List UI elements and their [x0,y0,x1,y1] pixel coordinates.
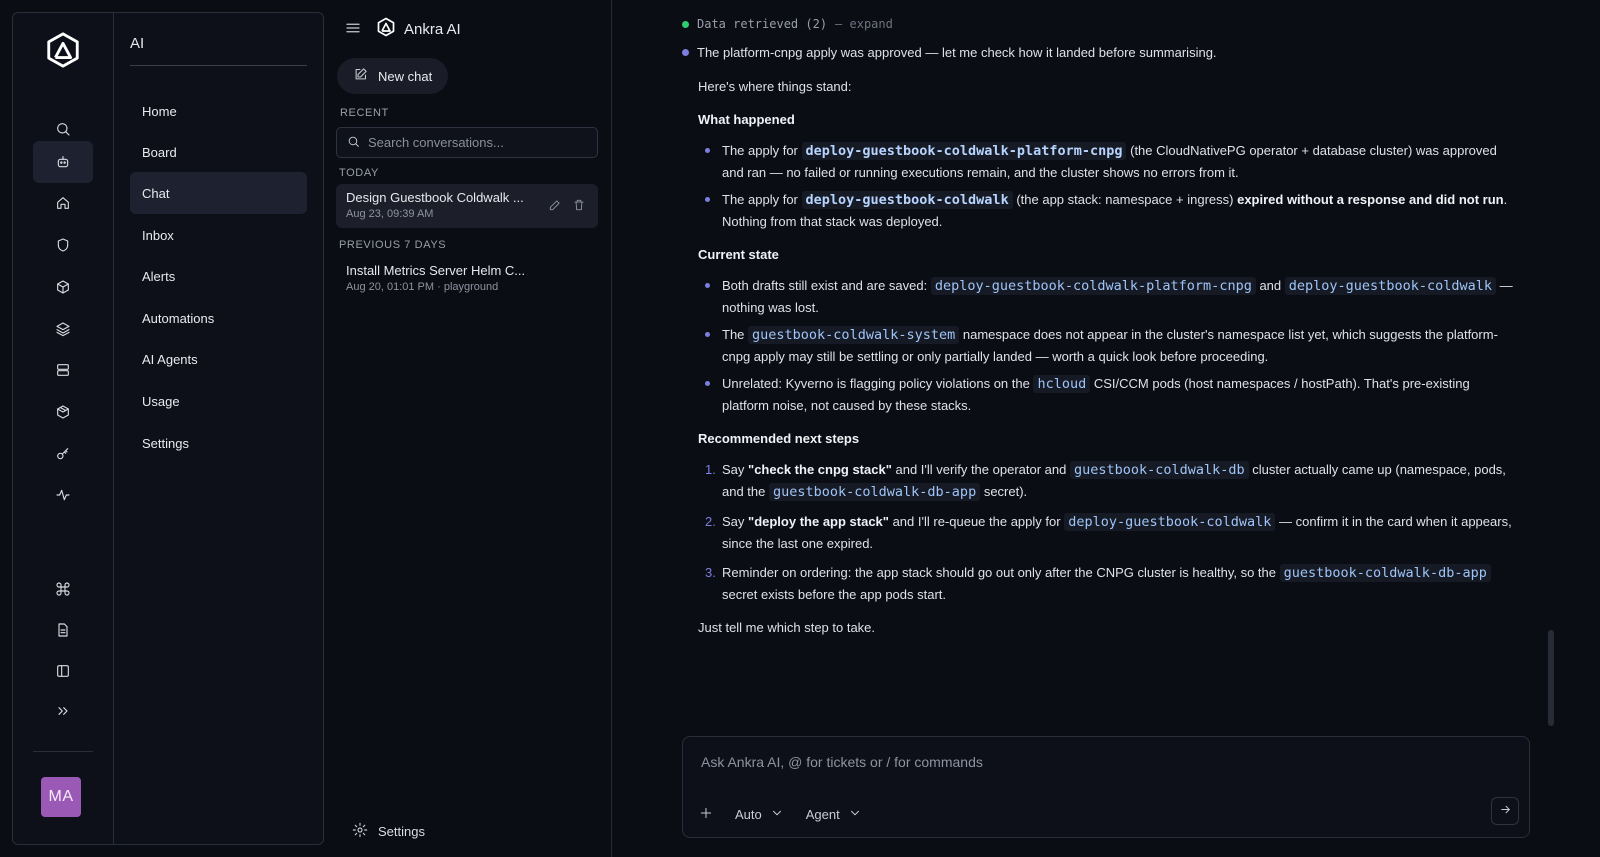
list-item: 2. Say "deploy the app stack" and I'll r… [705,513,1512,551]
code-ref: deploy-guestbook-coldwalk [1284,277,1496,295]
nav-item-alerts[interactable]: Alerts [130,255,307,297]
command-icon[interactable] [33,568,93,610]
code-ref: hcloud [1033,375,1091,393]
ankra-logo-icon[interactable] [44,31,82,69]
closing-text: Just tell me which step to take. [698,620,876,635]
code-ref: deploy-guestbook-coldwalk [801,191,1013,209]
today-label: TODAY [339,167,379,179]
intro-text: The platform-cnpg apply was approved — l… [697,45,1217,60]
cube-icon[interactable] [33,266,93,308]
code-ref: guestbook-coldwalk-db-app [769,483,981,501]
sidebar-toggle-icon[interactable] [33,650,93,692]
server-icon[interactable] [33,349,93,391]
agent-dropdown[interactable]: Agent [806,806,862,823]
expand-link[interactable]: — expand [835,17,893,31]
key-icon[interactable] [33,433,93,475]
composer-input[interactable]: Ask Ankra AI, @ for tickets or / for com… [701,754,983,770]
ankra-brand-icon [376,17,396,41]
scrollbar[interactable] [1548,630,1554,726]
message-composer[interactable]: Ask Ankra AI, @ for tickets or / for com… [682,736,1530,838]
chevron-down-icon [770,806,784,823]
list-item: 1. Say "check the cnpg stack" and I'll v… [705,461,1506,501]
data-retrieved-toggle[interactable]: Data retrieved (2) — expand [682,17,893,31]
add-attachment-icon[interactable] [699,806,713,823]
new-chat-button[interactable]: New chat [337,58,449,94]
mode-label: Auto [735,807,762,822]
nav-item-chat[interactable]: Chat [130,172,307,214]
status-dot [682,20,689,28]
agent-label: Agent [805,807,840,822]
list-item: 3. Reminder on ordering: the app stack s… [698,562,1518,605]
list-item: Unrelated: Kyverno is flagging policy vi… [698,373,1518,416]
nav-item-automations[interactable]: Automations [130,297,307,339]
code-ref: guestbook-coldwalk-system [748,326,960,344]
search-conversations-input[interactable] [368,135,588,150]
code-ref: guestbook-coldwalk-db [1069,461,1249,479]
send-button[interactable] [1491,797,1519,825]
conversation-meta: Aug 20, 01:01 PM · playground [346,281,499,293]
list-item: The apply for deploy-guestbook-coldwalk-… [698,140,1518,183]
conversation-panel: Ankra AI New chat RECENT TODAY Design Gu… [324,0,612,857]
section-title: AI [130,35,145,52]
data-retrieved-label: Data retrieved (2) [697,17,828,31]
home-icon[interactable] [33,182,93,224]
code-ref: deploy-guestbook-coldwalk [1064,513,1276,531]
section-divider [130,65,307,66]
lead-text: Here's where things stand: [698,79,852,94]
list-item: Both drafts still exist and are saved: d… [698,275,1518,318]
heading-what-happened: What happened [698,112,795,127]
nav-item-ai-agents[interactable]: AI Agents [130,338,307,380]
document-icon[interactable] [33,609,93,651]
arrow-right-icon [1499,803,1512,819]
ai-bot-icon[interactable] [33,141,93,183]
search-box[interactable] [336,127,598,158]
chat-settings-button[interactable]: Settings [352,822,425,841]
conversation-item[interactable]: Install Metrics Server Helm C... Aug 20,… [336,257,598,301]
new-chat-label: New chat [378,68,433,84]
nav-item-home[interactable]: Home [130,90,307,132]
package-icon[interactable] [33,391,93,433]
chevron-down-icon [848,806,862,823]
icon-rail: MA [12,12,113,845]
nav-item-usage[interactable]: Usage [130,380,307,422]
shield-icon[interactable] [33,224,93,266]
list-item: The apply for deploy-guestbook-coldwalk … [698,189,1518,232]
code-ref: deploy-guestbook-coldwalk-platform-cnpg [930,277,1256,295]
chat-main: Data retrieved (2) — expand The platform… [612,0,1600,857]
section-nav: AI Home Board Chat Inbox Alerts Automati… [113,12,324,845]
avatar[interactable]: MA [41,777,81,817]
nav-item-settings[interactable]: Settings [130,422,307,464]
recent-label: RECENT [340,107,389,119]
settings-label: Settings [378,824,425,839]
layers-icon[interactable] [33,308,93,350]
search-icon [347,135,360,151]
rail-divider [33,751,93,752]
activity-icon[interactable] [33,474,93,516]
assistant-intro: The platform-cnpg apply was approved — l… [682,45,1217,60]
brand-name: Ankra AI [404,20,461,38]
mode-dropdown[interactable]: Auto [735,806,784,823]
code-ref: deploy-guestbook-coldwalk-platform-cnpg [801,142,1127,160]
heading-next-steps: Recommended next steps [698,431,860,446]
nav-item-inbox[interactable]: Inbox [130,214,307,256]
code-ref: guestbook-coldwalk-db-app [1279,564,1491,582]
assistant-message-body: Here's where things stand: What happened… [698,76,1518,638]
edit-pencil-icon[interactable] [548,198,562,215]
nav-item-board[interactable]: Board [130,131,307,173]
previous-7-days-label: PREVIOUS 7 DAYS [339,239,447,251]
expand-chevrons-icon[interactable] [33,690,93,732]
assistant-dot [682,49,689,56]
hamburger-menu-icon[interactable] [344,19,362,40]
compose-icon [353,67,368,85]
list-item: The guestbook-coldwalk-system namespace … [698,324,1518,367]
heading-current-state: Current state [698,247,779,262]
conversation-item[interactable]: Design Guestbook Coldwalk ... Aug 23, 09… [336,184,598,228]
gear-icon [352,822,368,841]
trash-icon[interactable] [572,198,586,215]
conversation-title: Install Metrics Server Helm C... [346,263,526,278]
